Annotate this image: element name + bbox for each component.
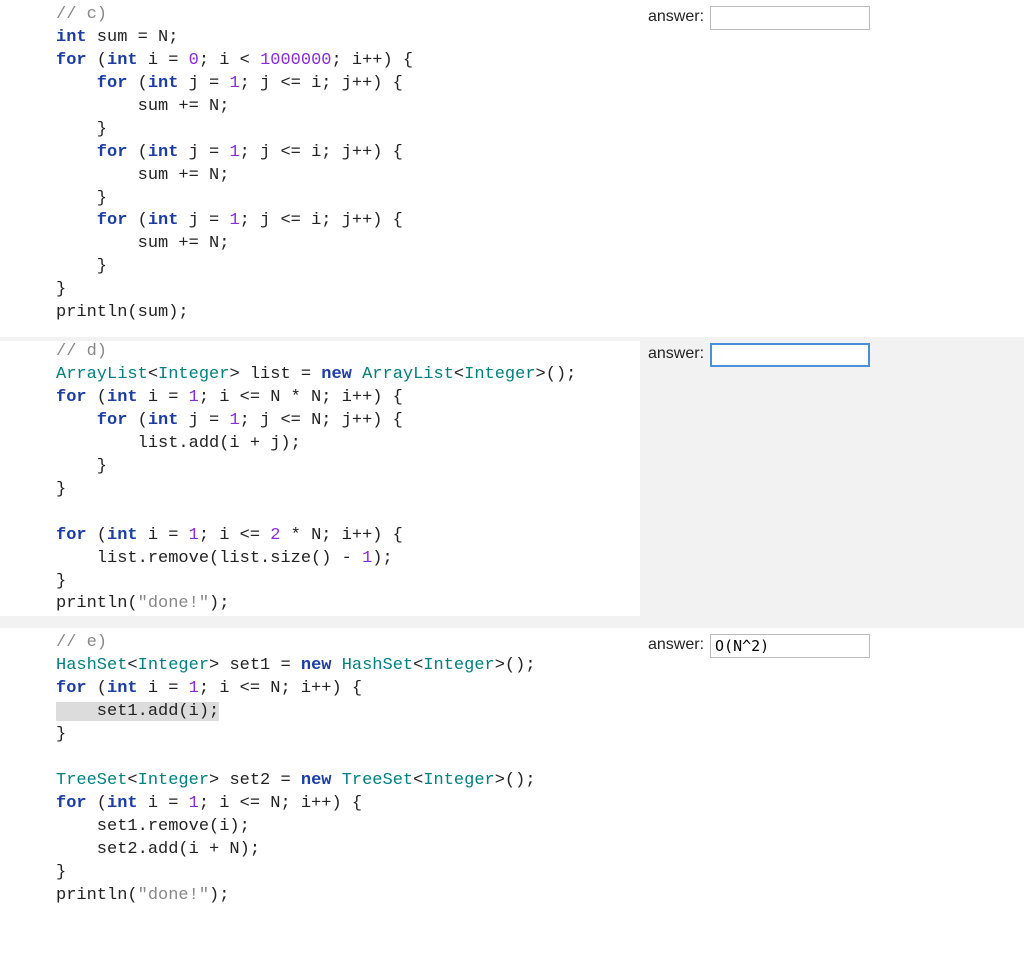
question-e: // e) HashSet<Integer> set1 = new HashSe… [0, 628, 1024, 919]
code-block-c: // c) int sum = N; for (int i = 0; i < 1… [0, 4, 640, 325]
selected-text: set1.add(i); [56, 702, 219, 721]
answer-label: answer: [648, 343, 704, 365]
question-list: // c) int sum = N; for (int i = 0; i < 1… [0, 0, 1024, 920]
answer-input-e[interactable] [710, 634, 870, 658]
answer-input-d[interactable] [710, 343, 870, 367]
answer-label: answer: [648, 634, 704, 656]
answer-row-d: answer: [648, 341, 1024, 367]
question-c: // c) int sum = N; for (int i = 0; i < 1… [0, 0, 1024, 337]
answer-label: answer: [648, 6, 704, 28]
comment: // c) [56, 5, 107, 24]
question-d: // d) ArrayList<Integer> list = new Arra… [0, 337, 1024, 628]
code-block-e: // e) HashSet<Integer> set1 = new HashSe… [0, 632, 640, 907]
comment: // d) [56, 342, 107, 361]
answer-row-c: answer: [648, 4, 1024, 30]
answer-input-c[interactable] [710, 6, 870, 30]
answer-row-e: answer: [648, 632, 1024, 658]
comment: // e) [56, 633, 107, 652]
code-block-d: // d) ArrayList<Integer> list = new Arra… [0, 341, 640, 616]
